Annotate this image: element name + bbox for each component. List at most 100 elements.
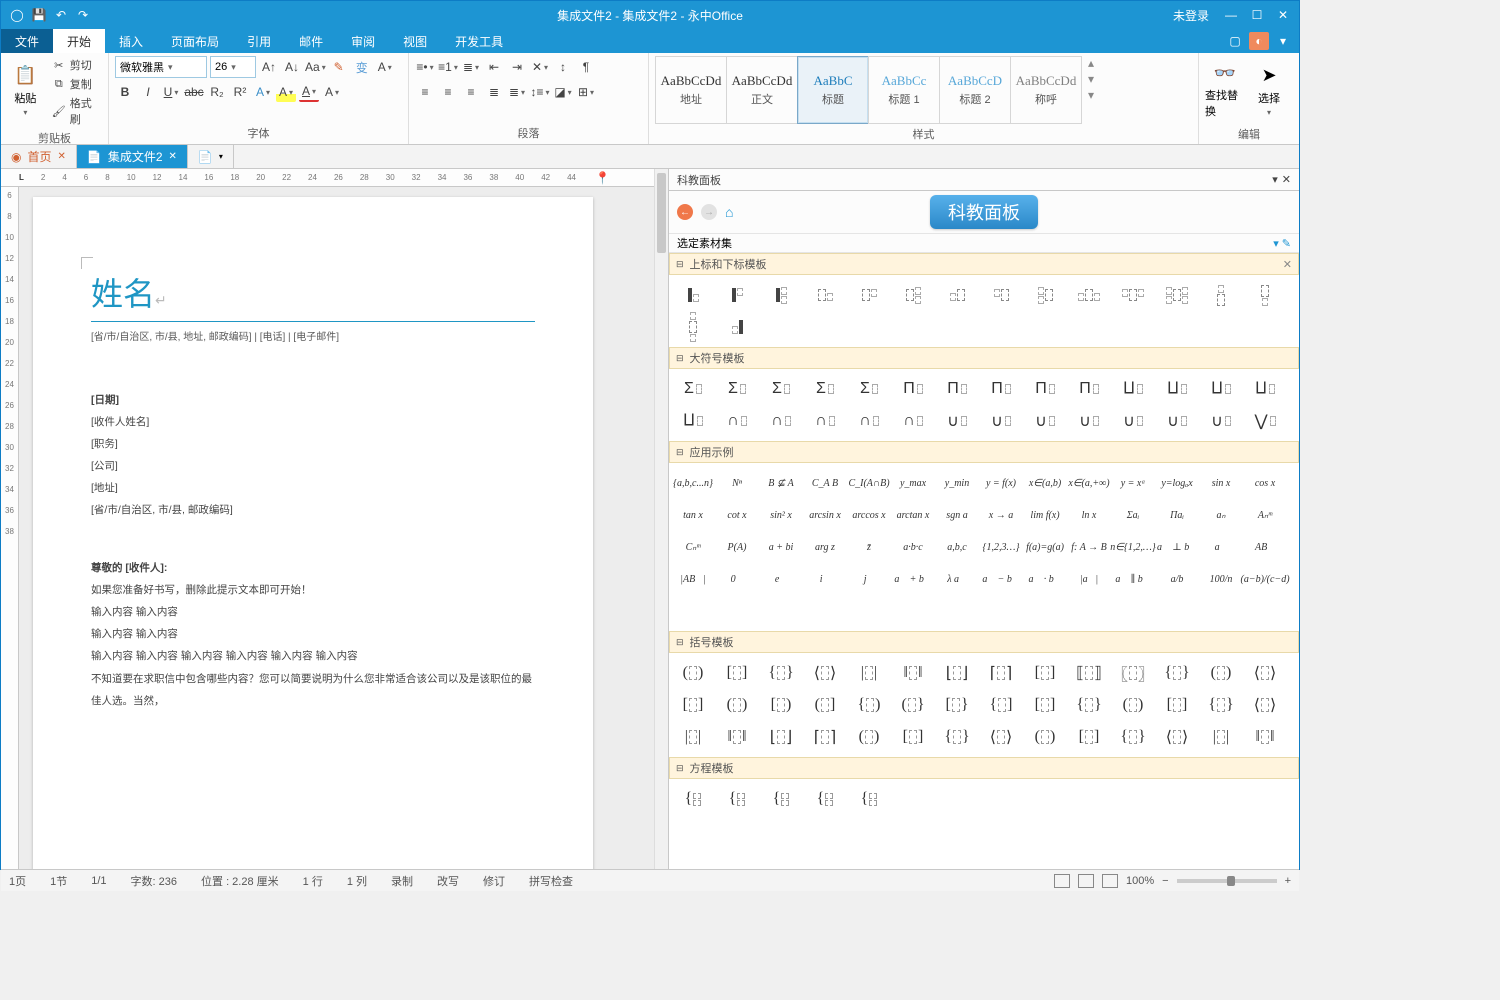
example-examples_r1-11[interactable]: y=logₐx: [1155, 467, 1199, 499]
equation-template-1[interactable]: {: [715, 783, 759, 815]
example-examples_r2-1[interactable]: cos x: [1243, 467, 1287, 499]
bracket-template-39[interactable]: ⟨⟩: [1155, 721, 1199, 753]
highlight-icon[interactable]: A: [276, 82, 296, 102]
bigop-template-0[interactable]: Σ: [671, 373, 715, 405]
example-examples_r2-10[interactable]: lim f(x): [1023, 499, 1067, 531]
clear-format-icon[interactable]: ✎: [329, 57, 349, 77]
status-section[interactable]: 1节: [50, 873, 67, 889]
vertical-ruler[interactable]: 68101214161820222426283032343638: [1, 187, 19, 869]
example-examples_r3-7[interactable]: arg z: [803, 531, 847, 563]
bigop-template-16[interactable]: ∩: [759, 405, 803, 437]
bigop-template-17[interactable]: ∩: [803, 405, 847, 437]
bracket-template-16[interactable]: [): [759, 689, 803, 721]
subscript-template-6[interactable]: [935, 279, 979, 311]
example-examples_r4-8[interactable]: e⃗: [759, 563, 803, 595]
subscript-template-8[interactable]: [1023, 279, 1067, 311]
bracket-template-41[interactable]: ‖‖: [1243, 721, 1287, 753]
bracket-template-32[interactable]: (): [847, 721, 891, 753]
vertical-scrollbar[interactable]: [654, 169, 668, 869]
find-replace-button[interactable]: 👓 查找替换: [1205, 56, 1245, 124]
example-examples_r5-2[interactable]: a⃗ · b⃗: [1023, 563, 1067, 595]
bigop-template-8[interactable]: Π: [1023, 373, 1067, 405]
minimize-button[interactable]: —: [1219, 4, 1243, 26]
equation-template-4[interactable]: {: [847, 783, 891, 815]
group-header-subscript[interactable]: ⊟上标和下标模板✕: [669, 253, 1299, 275]
subscript-template-14[interactable]: [671, 311, 715, 343]
text-effect-icon[interactable]: A: [253, 82, 273, 102]
subscript-template-12[interactable]: [1199, 279, 1243, 311]
tab-view[interactable]: 视图: [389, 29, 441, 53]
example-examples_r2-4[interactable]: sin² x: [759, 499, 803, 531]
grow-font-icon[interactable]: A↑: [259, 57, 279, 77]
bracket-template-33[interactable]: []: [891, 721, 935, 753]
example-examples_r1-0[interactable]: {a,b,c...n}: [671, 467, 715, 499]
bracket-template-25[interactable]: []: [1155, 689, 1199, 721]
save-icon[interactable]: 💾: [31, 7, 47, 23]
bracket-template-11[interactable]: {}: [1155, 657, 1199, 689]
doc-title[interactable]: 姓名↵: [91, 269, 535, 322]
bracket-template-2[interactable]: {}: [759, 657, 803, 689]
subscript-template-11[interactable]: [1155, 279, 1199, 311]
bracket-template-23[interactable]: {}: [1067, 689, 1111, 721]
status-line[interactable]: 1 行: [303, 873, 323, 889]
example-examples_r3-9[interactable]: a·b·c: [891, 531, 935, 563]
example-examples_r4-2[interactable]: n∈{1,2,…}: [1111, 531, 1155, 563]
bracket-template-0[interactable]: (): [671, 657, 715, 689]
line-spacing-icon[interactable]: ↕≡: [530, 82, 550, 102]
subscript-template-13[interactable]: [1243, 279, 1287, 311]
bracket-template-20[interactable]: [}: [935, 689, 979, 721]
status-overwrite[interactable]: 改写: [437, 873, 459, 889]
bigop-template-12[interactable]: ⨿: [1199, 373, 1243, 405]
example-examples_r2-7[interactable]: arctan x: [891, 499, 935, 531]
group-header-equations[interactable]: ⊟方程模板: [669, 757, 1299, 779]
status-record[interactable]: 录制: [391, 873, 413, 889]
example-examples_r3-3[interactable]: Aₙᵐ: [1243, 499, 1287, 531]
bigop-template-24[interactable]: ∪: [1111, 405, 1155, 437]
equation-template-0[interactable]: {: [671, 783, 715, 815]
phonetic-icon[interactable]: 变: [352, 57, 372, 77]
example-examples_r2-2[interactable]: tan x: [671, 499, 715, 531]
tab-dev[interactable]: 开发工具: [441, 29, 517, 53]
bracket-template-3[interactable]: ⟨⟩: [803, 657, 847, 689]
example-examples_r3-0[interactable]: Σaᵢ: [1111, 499, 1155, 531]
nav-back-icon[interactable]: ←: [677, 204, 693, 220]
status-words[interactable]: 字数: 236: [131, 873, 177, 889]
style-item-地址[interactable]: AaBbCcDd地址: [655, 56, 727, 124]
horizontal-ruler[interactable]: L246810121416182022242628303234363840424…: [1, 169, 668, 187]
numbering-icon[interactable]: ≡1: [438, 57, 458, 77]
example-examples_r4-0[interactable]: f(a)=g(a): [1023, 531, 1067, 563]
text-dir-icon[interactable]: ✕: [530, 57, 550, 77]
zoom-value[interactable]: 100%: [1126, 875, 1154, 887]
equation-template-2[interactable]: {: [759, 783, 803, 815]
bigop-template-9[interactable]: Π: [1067, 373, 1111, 405]
bracket-template-9[interactable]: ⟦⟧: [1067, 657, 1111, 689]
close-icon[interactable]: ✕: [169, 151, 177, 162]
styles-down-icon[interactable]: ▾: [1088, 72, 1094, 86]
nav-home-icon[interactable]: ⌂: [725, 204, 733, 220]
bracket-template-37[interactable]: []: [1067, 721, 1111, 753]
body-block[interactable]: 尊敬的 [收件人]:如果您准备好书写，删除此提示文本即可开始！输入内容 输入内容…: [91, 557, 535, 711]
char-shading-icon[interactable]: A: [322, 82, 342, 102]
borders-icon[interactable]: ⊞: [576, 82, 596, 102]
bigop-template-23[interactable]: ∪: [1067, 405, 1111, 437]
bracket-template-22[interactable]: []: [1023, 689, 1067, 721]
show-marks-icon[interactable]: ¶: [576, 57, 596, 77]
login-status[interactable]: 未登录: [1173, 7, 1209, 24]
tab-layout[interactable]: 页面布局: [157, 29, 233, 53]
status-track[interactable]: 修订: [483, 873, 505, 889]
status-position[interactable]: 位置 : 2.28 厘米: [201, 873, 279, 889]
example-examples_r3-2[interactable]: aₙ: [1199, 499, 1243, 531]
example-examples_r1-1[interactable]: Nⁿ: [715, 467, 759, 499]
strike-icon[interactable]: abc: [184, 82, 204, 102]
group-header-examples[interactable]: ⊟应用示例: [669, 441, 1299, 463]
shading-icon[interactable]: ◪: [553, 82, 573, 102]
example-examples_r4-7[interactable]: 0⃗: [715, 563, 759, 595]
align-center-icon[interactable]: ≡: [438, 82, 458, 102]
example-examples_r4-3[interactable]: a⃗ ⊥ b⃗: [1155, 531, 1199, 563]
paste-button[interactable]: 📋 粘贴 ▾: [7, 56, 44, 124]
example-examples_r4-6[interactable]: |AB⃗|: [671, 563, 715, 595]
example-examples_r1-7[interactable]: y = f(x): [979, 467, 1023, 499]
bracket-template-30[interactable]: ⌊⌋: [759, 721, 803, 753]
bracket-template-13[interactable]: ⟨⟩: [1243, 657, 1287, 689]
example-examples_r2-5[interactable]: arcsin x: [803, 499, 847, 531]
